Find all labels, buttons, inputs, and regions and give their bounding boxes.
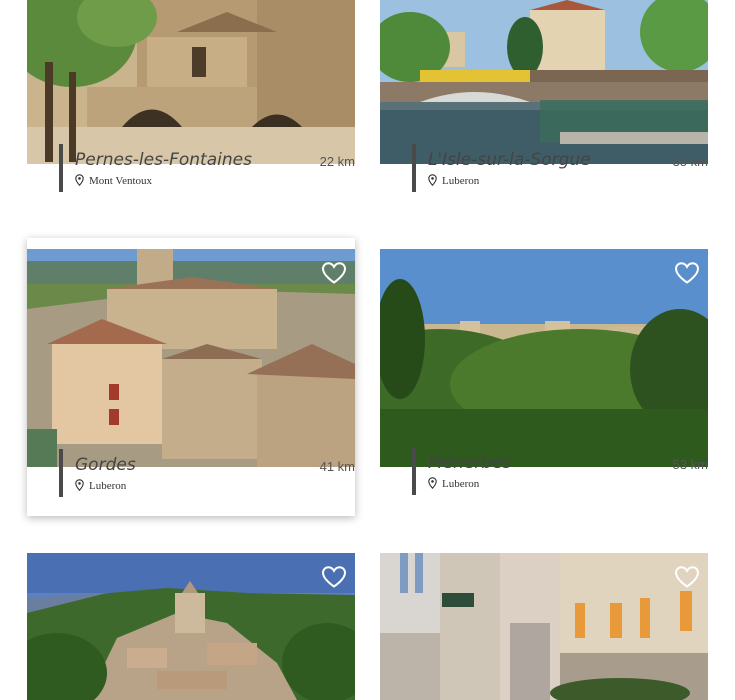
destination-name: Pernes-les-Fontaines — [75, 150, 252, 170]
destination-card-menerbes[interactable]: Ménerbes 53 km Luberon — [380, 249, 708, 499]
accent-bar — [59, 144, 63, 192]
destination-distance: 53 km — [672, 457, 708, 472]
location-label: Luberon — [442, 478, 480, 490]
destination-photo[interactable] — [27, 553, 355, 700]
favorite-button[interactable] — [674, 261, 700, 285]
location-pin-icon — [75, 174, 84, 186]
destination-name: Gordes — [75, 455, 136, 475]
destination-distance: 35 km — [672, 154, 708, 169]
destination-card-pernes[interactable]: Pernes-les-Fontaines 22 km Mont Ventoux — [27, 0, 355, 192]
accent-bar — [412, 144, 416, 192]
location-label: Mont Ventoux — [89, 175, 153, 187]
destination-card-gordes[interactable]: Gordes 41 km Luberon — [27, 238, 355, 516]
heart-outline-icon — [674, 262, 700, 284]
destination-photo[interactable] — [27, 0, 355, 164]
heart-outline-icon — [674, 566, 700, 588]
destination-location: Luberon — [428, 174, 479, 187]
favorite-button[interactable] — [321, 261, 347, 285]
destination-location: Luberon — [75, 479, 126, 492]
location-label: Luberon — [89, 480, 127, 492]
destination-photo[interactable] — [380, 249, 708, 467]
favorite-button[interactable] — [321, 565, 347, 589]
destination-location: Mont Ventoux — [75, 174, 152, 187]
destination-distance: 22 km — [319, 154, 355, 169]
destination-photo[interactable] — [27, 249, 355, 467]
destination-card-isle-sur-la-sorgue[interactable]: L'Isle-sur-la-Sorgue 35 km Luberon — [380, 0, 708, 192]
destination-location: Luberon — [428, 477, 479, 490]
location-pin-icon — [428, 477, 437, 489]
destination-name: Ménerbes — [428, 453, 512, 473]
accent-bar — [59, 449, 63, 497]
heart-outline-icon — [321, 566, 347, 588]
favorite-button[interactable] — [674, 565, 700, 589]
destination-photo[interactable] — [380, 0, 708, 164]
location-pin-icon — [75, 479, 84, 491]
destination-photo[interactable] — [380, 553, 708, 700]
heart-outline-icon — [321, 262, 347, 284]
destination-card-5[interactable] — [27, 553, 355, 700]
accent-bar — [412, 447, 416, 495]
location-pin-icon — [428, 174, 437, 186]
destination-distance: 41 km — [319, 459, 355, 474]
destination-name: L'Isle-sur-la-Sorgue — [428, 150, 591, 170]
destination-card-6[interactable] — [380, 553, 708, 700]
location-label: Luberon — [442, 175, 480, 187]
